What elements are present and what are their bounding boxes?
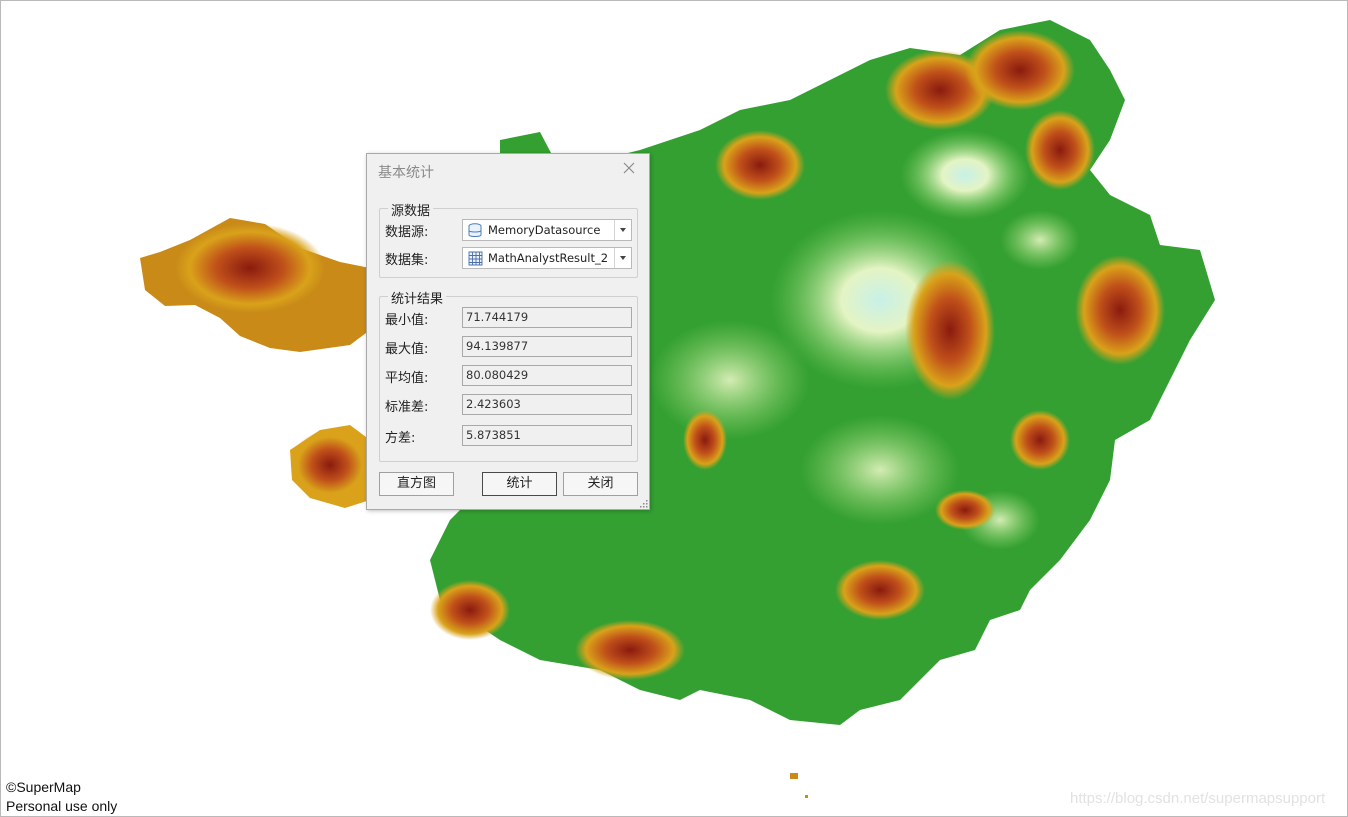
- chevron-down-icon[interactable]: [614, 220, 631, 240]
- dataset-value: MathAnalystResult_2: [488, 251, 609, 265]
- statistics-result-legend: 统计结果: [388, 288, 447, 307]
- island: [790, 773, 798, 779]
- dataset-label: 数据集:: [385, 253, 429, 268]
- chevron-down-icon[interactable]: [614, 248, 631, 268]
- max-label: 最大值:: [385, 342, 429, 357]
- datasource-select[interactable]: MemoryDatasource: [462, 219, 632, 241]
- mountain-northeast: [1025, 110, 1095, 190]
- mean-label: 平均值:: [385, 371, 429, 386]
- plain-west: [650, 320, 810, 440]
- min-value[interactable]: 71.744179: [462, 307, 632, 328]
- mountain-west: [175, 223, 325, 313]
- copyright-line-2: Personal use only: [6, 798, 118, 814]
- close-button[interactable]: 关闭: [563, 472, 638, 496]
- mountain-sw-3: [935, 490, 995, 530]
- mountain-north-2: [965, 30, 1075, 110]
- stddev-label: 标准差:: [385, 400, 429, 415]
- min-label: 最小值:: [385, 313, 429, 328]
- mountain-mid: [683, 410, 727, 470]
- mountain-southwest: [430, 580, 510, 640]
- watermark: https://blog.csdn.net/supermapsupport: [1070, 790, 1326, 807]
- mountain-e-3: [1010, 410, 1070, 470]
- basic-statistics-dialog: 基本统计 源数据 数据源: MemoryDatasource 数据集: Math…: [366, 153, 650, 510]
- database-icon: [468, 223, 482, 237]
- datasource-value: MemoryDatasource: [488, 223, 601, 237]
- plain-north: [900, 130, 1030, 220]
- mountain-southwest-2: [290, 430, 370, 500]
- datasource-label: 数据源:: [385, 225, 429, 240]
- island: [805, 795, 808, 798]
- copyright-line-1: ©SuperMap: [6, 779, 81, 795]
- max-value[interactable]: 94.139877: [462, 336, 632, 357]
- dataset-select[interactable]: MathAnalystResult_2: [462, 247, 632, 269]
- dialog-title: 基本统计: [378, 165, 434, 181]
- elevation-map[interactable]: [0, 0, 1348, 817]
- source-data-legend: 源数据: [388, 200, 434, 219]
- resize-grip-icon[interactable]: [640, 500, 648, 508]
- plain-east: [1000, 210, 1080, 270]
- mountain-south: [575, 620, 685, 680]
- variance-value[interactable]: 5.873851: [462, 425, 632, 446]
- statistics-button[interactable]: 统计: [482, 472, 557, 496]
- histogram-button[interactable]: 直方图: [379, 472, 454, 496]
- stddev-value[interactable]: 2.423603: [462, 394, 632, 415]
- mountain-east-2: [1075, 255, 1165, 365]
- close-icon[interactable]: [621, 160, 637, 176]
- grid-dataset-icon: [468, 251, 483, 266]
- mean-value[interactable]: 80.080429: [462, 365, 632, 386]
- mountain-east: [905, 260, 995, 400]
- map-copyright: ©SuperMap Personal use only: [6, 778, 117, 816]
- mountain-southeast: [835, 560, 925, 620]
- mountain-north-3: [715, 130, 805, 200]
- variance-label: 方差:: [385, 431, 416, 446]
